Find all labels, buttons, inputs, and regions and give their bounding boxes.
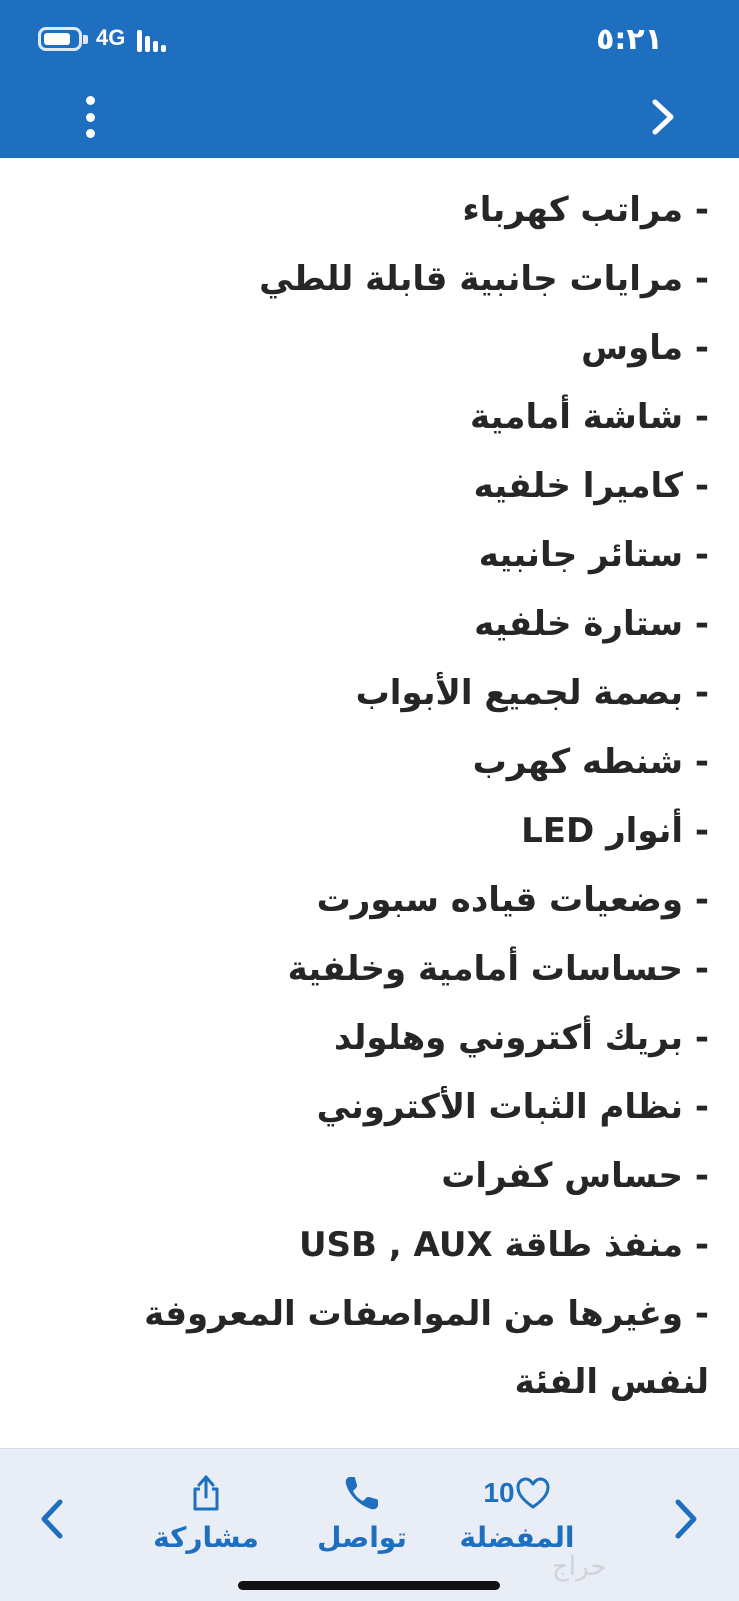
battery-level-fill xyxy=(44,33,70,45)
list-item: - أنوار LED xyxy=(521,811,709,851)
favorite-count: 10 xyxy=(483,1477,515,1508)
list-item: - شاشة أمامية xyxy=(469,397,709,437)
share-label: مشاركة xyxy=(153,1521,259,1554)
home-indicator[interactable] xyxy=(238,1581,500,1590)
list-item: - ماوس xyxy=(581,328,709,368)
chevron-right-icon[interactable] xyxy=(643,96,683,138)
haraj-watermark: حراج xyxy=(552,1552,607,1582)
list-item: - شنطه كهرب xyxy=(472,742,709,782)
status-time: ٥:٢١ xyxy=(596,22,663,57)
feature-list: - مراتب كهرباء - مرايات جانبية قابلة للط… xyxy=(0,158,739,1416)
list-item: - نظام الثبات الأكتروني xyxy=(316,1087,709,1127)
list-item: - مرايات جانبية قابلة للطي xyxy=(259,259,709,299)
list-item: - وضعيات قياده سبورت xyxy=(316,880,709,920)
heart-icon xyxy=(516,1477,550,1509)
phone-icon xyxy=(345,1477,378,1510)
share-icon xyxy=(193,1475,219,1511)
list-item: - مراتب كهرباء xyxy=(462,190,709,230)
contact-button[interactable]: تواصل xyxy=(297,1473,427,1573)
list-item: - ستائر جانبيه xyxy=(478,535,709,575)
top-app-bar: 4G ٥:٢١ xyxy=(0,0,739,158)
list-item: - بريك أكتروني وهلولد xyxy=(333,1018,709,1058)
more-vertical-icon[interactable] xyxy=(76,96,104,138)
share-button[interactable]: مشاركة xyxy=(141,1473,271,1573)
signal-strength-icon xyxy=(137,28,171,52)
battery-tip xyxy=(83,35,88,44)
list-item: - وغيرها من المواصفات المعروفة لنفس الفئ… xyxy=(144,1294,709,1402)
list-item: - ستارة خلفيه xyxy=(474,604,709,644)
battery-icon xyxy=(38,27,82,51)
list-item: - منفذ طاقة USB , AUX xyxy=(298,1225,709,1265)
favorite-top: 10 xyxy=(483,1473,550,1513)
list-item: - بصمة لجميع الأبواب xyxy=(355,673,709,713)
ad-description: - مراتب كهرباء - مرايات جانبية قابلة للط… xyxy=(0,158,739,1448)
contact-label: تواصل xyxy=(317,1521,407,1554)
chevron-left-icon[interactable] xyxy=(34,1494,70,1544)
chevron-right-icon[interactable] xyxy=(668,1494,704,1544)
network-type: 4G xyxy=(96,25,126,50)
bottom-action-bar: مشاركة تواصل 10 المفضلة حراج xyxy=(0,1448,739,1601)
list-item: - حساسات أمامية وخلفية xyxy=(287,949,709,989)
list-item: - كاميرا خلفيه xyxy=(473,466,709,506)
list-item: - حساس كفرات xyxy=(441,1156,709,1196)
favorite-label: المفضلة xyxy=(459,1521,575,1554)
